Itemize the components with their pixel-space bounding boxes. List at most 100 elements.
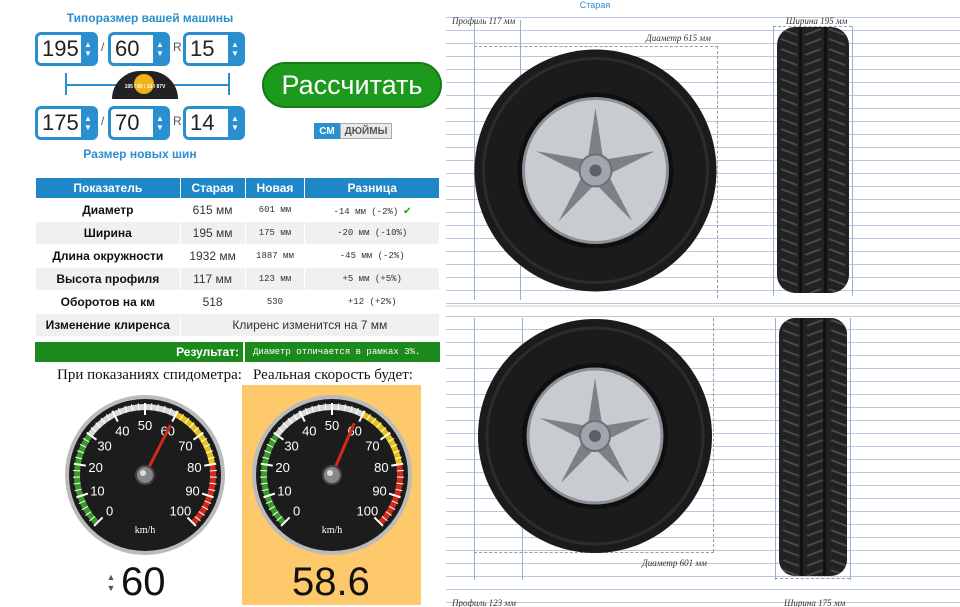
slash-separator: / [101,40,105,54]
row-new: 1887 мм [244,244,306,268]
dimension-line [474,46,718,47]
new-width-select[interactable]: 175 ▲ ▼ [35,106,98,140]
gauge-unit-label: km/h [322,525,343,536]
select-arrows-icon: ▲ ▼ [153,109,167,137]
old-width-label: Ширина 195 мм [786,16,848,26]
tire-drawing-panel: Старая Профиль 117 мм Диаметр 615 мм Шир… [446,0,960,607]
speed-stepper[interactable]: ▲ ▼ [104,568,118,598]
new-diameter-label: Диаметр 601 мм [642,558,707,568]
dimension-line [713,318,714,552]
gauge-tick-label: 40 [302,423,316,438]
row-label: Длина окружности [35,244,181,268]
speedometer-value[interactable]: 60 [121,560,166,605]
current-profile-select[interactable]: 60 ▲ ▼ [108,32,170,66]
clearance-text: Клиренс изменится на 7 мм [179,313,441,337]
header-diff: Разница [304,177,440,199]
guide-line [474,318,475,580]
old-diameter-label: Диаметр 615 мм [646,33,711,43]
current-diameter-select[interactable]: 15 ▲ ▼ [183,32,245,66]
row-old: 615 мм [179,198,246,222]
speedometer-title: При показаниях спидометра: [57,367,242,383]
guide-line [852,26,853,296]
new-profile-select[interactable]: 70 ▲ ▼ [108,106,170,140]
old-tire-side-image [474,49,717,292]
gauge-tick-label: 0 [293,503,300,518]
gauge-tick-label: 30 [284,439,298,454]
gauge-hub-highlight [327,470,333,476]
stepper-up-icon[interactable]: ▲ [107,572,116,583]
dimension-line [775,578,850,579]
gauge-tick [324,403,327,411]
real-speed-title: Реальная скорость будет: [253,367,413,383]
gauge-tick-label: 100 [357,503,379,518]
clearance-row: Изменение клиренса Клиренс изменится на … [35,313,441,337]
current-diameter-value: 15 [190,36,215,61]
row-new: 601 мм [244,198,306,222]
row-diff: +5 мм (+5%) [304,267,440,291]
old-tire-tread-image [777,27,849,293]
real-speed-gauge: 0 10 20 30 40 50 60 70 80 90 100 km/h [250,393,414,562]
row-label: Диаметр [35,198,181,222]
ruled-line [446,43,960,44]
radius-letter: R [173,114,182,128]
ruled-line [446,303,960,304]
gauge-tick-label: 40 [115,423,129,438]
connector-right [228,73,230,95]
ruled-line [446,30,960,31]
table-row: Диаметр 615 мм 601 мм -14 мм (-2%) ✔ [35,198,440,222]
gauge-tick-label: 0 [106,503,113,518]
current-width-value: 195 [42,36,79,61]
new-profile-label: Профиль 123 мм [452,598,516,607]
unit-inch-button[interactable]: ДЮЙМЫ [340,123,392,139]
header-new: Новая [244,177,306,199]
gauge-tick-label: 50 [325,418,339,433]
row-old: 1932 мм [179,244,246,268]
result-label: Результат: [35,342,243,362]
new-width-value: 175 [42,110,79,135]
ruled-line [446,589,960,590]
table-row: Оборотов на км 518 530 +12 (+2%) [35,290,440,314]
row-new: 530 [244,290,306,314]
header-old: Старая [179,177,246,199]
row-label: Высота профиля [35,267,181,291]
calculate-button[interactable]: Рассчитать [262,62,442,108]
unit-cm-button[interactable]: СМ [314,123,340,139]
drawing-title-text: Старая [579,0,611,10]
drawing-title: Старая [446,0,960,10]
new-diameter-value: 14 [190,110,215,135]
panel-divider [446,305,960,307]
gauge-tick-label: 70 [365,439,379,454]
row-label: Ширина [35,221,181,245]
table-row: Длина окружности 1932 мм 1887 мм -45 мм … [35,244,440,268]
radius-letter: R [173,40,182,54]
gauge-tick-label: 100 [170,503,192,518]
ruled-line [446,316,960,317]
new-tire-side-image [478,319,712,553]
gauge-tick-label: 30 [97,439,111,454]
gauge-tick [337,403,340,411]
gauge-tick-label: 80 [187,460,201,475]
row-label: Оборотов на км [35,290,181,314]
select-arrows-icon: ▲ ▼ [228,35,242,63]
row-new: 175 мм [244,221,306,245]
select-arrows-icon: ▲ ▼ [153,35,167,63]
gauge-tick-label: 20 [275,460,289,475]
stepper-down-icon[interactable]: ▼ [107,583,116,594]
gauge-tick-label: 80 [374,460,388,475]
new-tire-tread-image [779,318,847,576]
guide-line [773,26,774,296]
gauge-unit-label: km/h [135,525,156,536]
new-diameter-select[interactable]: 14 ▲ ▼ [183,106,245,140]
row-new: 123 мм [244,267,306,291]
gauge-tick-label: 20 [88,460,102,475]
gauge-tick-label: 10 [90,483,104,498]
guide-line [775,318,776,580]
row-old: 195 мм [179,221,246,245]
gauge-tick-label: 50 [138,418,152,433]
speedometer-gauge: 0102030405060708090100km/h [63,393,227,562]
row-diff-text: -14 мм (-2%) [333,206,399,217]
gauge-tick-label: 70 [178,439,192,454]
row-diff: +12 (+2%) [304,290,440,314]
current-width-select[interactable]: 195 ▲ ▼ [35,32,98,66]
ruled-line [446,602,960,603]
